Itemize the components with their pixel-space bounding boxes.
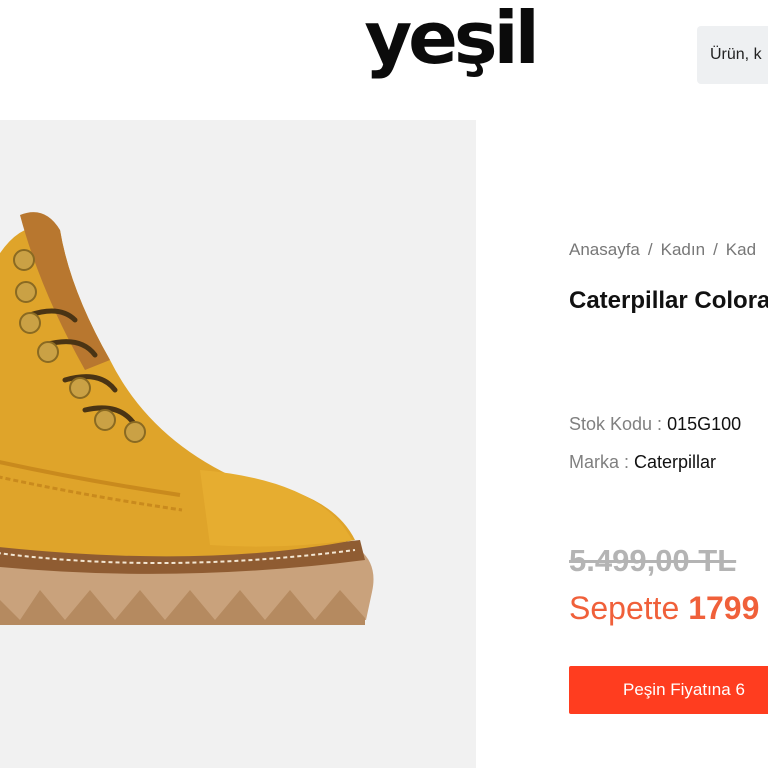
breadcrumb-separator: /: [713, 240, 718, 259]
breadcrumb-separator: /: [647, 240, 653, 259]
sku-label: Stok Kodu :: [569, 414, 668, 434]
brand-label: Marka :: [569, 452, 635, 472]
boot-icon: [0, 212, 374, 625]
brand-row: Marka : Caterpillar: [569, 452, 716, 473]
basket-price: Sepette 1799: [569, 590, 759, 627]
breadcrumb-category[interactable]: Kad: [726, 240, 756, 259]
basket-amount: 1799: [688, 590, 760, 626]
product-page: yeşil Ürün, k Anasayfa / Kadın / Kad Cat…: [0, 0, 768, 768]
product-title: Caterpillar Colora: [569, 287, 768, 314]
basket-label: Sepette: [569, 590, 689, 626]
brand-value[interactable]: Caterpillar: [634, 452, 716, 472]
product-image[interactable]: [0, 120, 476, 768]
breadcrumb-kadin[interactable]: Kadın: [661, 240, 705, 259]
breadcrumb-home[interactable]: Anasayfa: [569, 240, 640, 259]
site-logo[interactable]: yeşil: [364, 2, 539, 74]
old-price: 5.499,00 TL: [569, 543, 737, 578]
breadcrumb: Anasayfa / Kadın / Kad: [569, 240, 756, 260]
search-input[interactable]: Ürün, k: [697, 26, 768, 84]
cash-price-label: Peşin Fiyatına 6: [623, 680, 745, 699]
sku-row: Stok Kodu : 015G100: [569, 414, 741, 435]
cash-price-button[interactable]: Peşin Fiyatına 6: [569, 666, 768, 714]
sku-value: 015G100: [667, 414, 742, 434]
search-placeholder: Ürün, k: [710, 46, 762, 63]
